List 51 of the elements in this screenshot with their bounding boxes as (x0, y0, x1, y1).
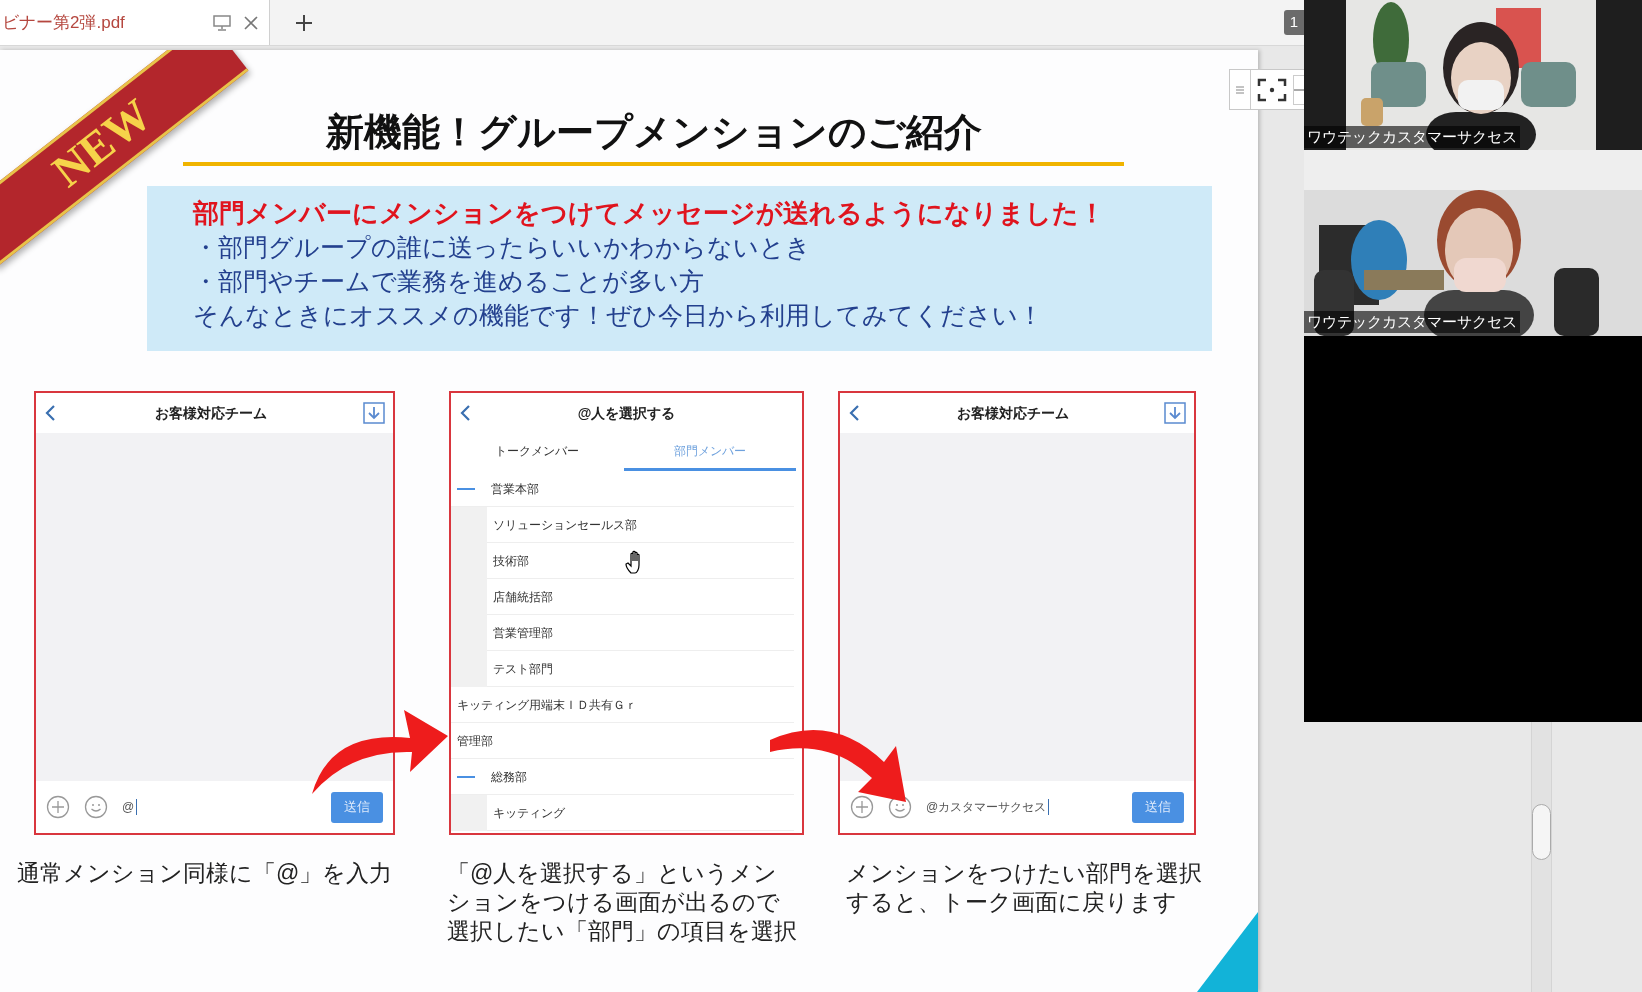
participant-name: ワウテックカスタマーサクセス (1304, 125, 1520, 148)
caption-line: ションをつける画面が出るので (447, 888, 781, 917)
scrollbar-track[interactable] (1531, 722, 1552, 992)
callout-line: ・部門やチームで業務を進めることが多い方 (193, 266, 705, 297)
back-icon[interactable] (848, 404, 862, 422)
plus-circle-icon[interactable] (46, 795, 70, 819)
back-icon[interactable] (44, 404, 58, 422)
download-icon[interactable] (1164, 402, 1186, 424)
download-icon[interactable] (363, 402, 385, 424)
subgroup-item[interactable]: 営業管理部 (451, 615, 794, 651)
screen-title: お客様対応チーム (153, 403, 268, 423)
caption-line: すると、トーク画面に戻ります (846, 888, 1178, 917)
slide-title: 新機能！グループメンションのご紹介 (324, 110, 983, 155)
tab-title: ビナー第2弾.pdf (2, 11, 125, 34)
callout-line: そんなときにオススメの機能です！ぜひ今日から利用してみてください！ (193, 300, 1044, 331)
screen-title: お客様対応チーム (956, 403, 1070, 423)
plus-circle-icon[interactable] (850, 795, 874, 819)
plus-icon[interactable] (295, 13, 313, 32)
group-item[interactable]: 総務部 (491, 767, 527, 786)
message-field[interactable]: @カスタマーサクセス (926, 792, 1118, 822)
participant-name: ワウテックカスタマーサクセス (1304, 310, 1520, 333)
member-tab[interactable]: トークメンバー (451, 433, 624, 471)
callout-headline: 部門メンバーにメンションをつけてメッセージが送れるようになりました！ (193, 197, 1106, 230)
back-icon[interactable] (459, 404, 473, 422)
scrollbar-thumb[interactable] (1532, 804, 1551, 860)
subgroup-item[interactable]: ソリューションセールス部 (451, 507, 794, 543)
group-item[interactable]: 管理部 (457, 731, 493, 750)
subgroup-item[interactable]: キッティング (451, 795, 794, 831)
close-icon[interactable] (243, 14, 259, 31)
group-item[interactable]: 営業本部 (491, 479, 539, 498)
subgroup-item[interactable]: テスト部門 (451, 651, 794, 687)
subgroup-item[interactable]: 店舗統括部 (451, 579, 794, 615)
smiley-icon[interactable] (888, 795, 912, 819)
focus-icon[interactable] (1257, 77, 1287, 102)
document-tab[interactable]: ビナー第2弾.pdf (0, 0, 270, 45)
caption-line: 「@人を選択する」というメン (447, 859, 779, 888)
collapse-icon[interactable] (457, 775, 475, 778)
caption-line: 通常メンション同様に「@」を入力 (17, 859, 394, 888)
monitor-icon[interactable] (213, 14, 231, 31)
menu-icon[interactable] (1236, 84, 1244, 95)
group-item[interactable]: キッティング用端末ＩＤ共有Ｇｒ (457, 695, 637, 714)
screen-title: @人を選択する (576, 403, 677, 423)
page-badge: 1 (1283, 10, 1304, 35)
collapse-icon[interactable] (457, 487, 475, 490)
callout-line: ・部門グループの誰に送ったらいいかわからないとき (193, 232, 812, 263)
minus-icon (1294, 88, 1304, 91)
message-field[interactable]: @ (122, 792, 317, 822)
caption-line: 選択したい「部門」の項目を選択 (447, 917, 798, 946)
smiley-icon[interactable] (84, 795, 108, 819)
caption-line: メンションをつけたい部門を選択 (846, 859, 1203, 888)
subgroup-item[interactable]: 技術部 (451, 543, 794, 579)
